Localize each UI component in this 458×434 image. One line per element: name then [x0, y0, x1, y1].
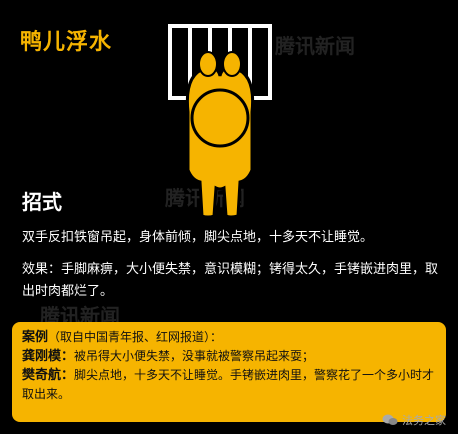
hanging-figure-illustration: [168, 24, 272, 219]
wechat-icon: [382, 414, 398, 425]
wechat-account: 法务之家: [382, 412, 446, 428]
case-person-text: 脚尖点地，十多天不让睡觉。手铐嵌进肉里，警察花了一个多小时才取出来。: [22, 368, 435, 401]
case-person-name: 樊奇航：: [22, 368, 75, 383]
case-box: 案例（取自中国青年报、红网报道）： 龚刚模：被吊得大小便失禁，没事就被警察吊起来…: [12, 322, 446, 422]
section-title: 招式: [22, 190, 62, 214]
technique-description: 双手反扣铁窗吊起，身体前倾，脚尖点地，十多天不让睡觉。: [22, 230, 374, 245]
case-header: 案例（取自中国青年报、红网报道）：: [22, 328, 436, 347]
page-title: 鸭儿浮水: [20, 30, 113, 55]
case-person-name: 龚刚模：: [22, 349, 75, 364]
case-source: （取自中国青年报、红网报道）：: [48, 330, 223, 344]
case-label: 案例: [22, 330, 49, 345]
case-person-text: 被吊得大小便失禁，没事就被警察吊起来耍；: [74, 349, 315, 363]
figure-body: [185, 66, 255, 219]
wechat-account-name: 法务之家: [402, 414, 446, 427]
case-row: 龚刚模：被吊得大小便失禁，没事就被警察吊起来耍；: [22, 347, 436, 366]
effect-text: 效果：手脚麻痹，大小便失禁，意识模糊；铐得太久，手铐嵌进肉里，取出时肉都烂了。: [22, 262, 439, 299]
case-row: 樊奇航：脚尖点地，十多天不让睡觉。手铐嵌进肉里，警察花了一个多小时才取出来。: [22, 366, 436, 403]
watermark: 腾讯新闻: [275, 34, 355, 58]
